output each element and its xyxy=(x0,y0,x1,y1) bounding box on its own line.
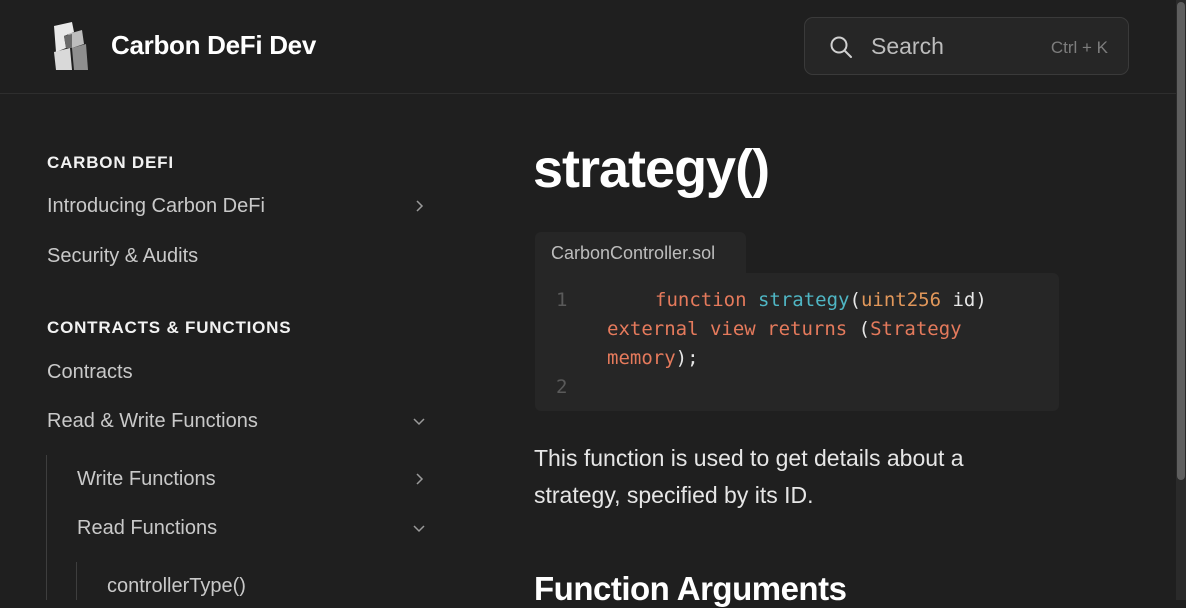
section-heading: Function Arguments xyxy=(534,570,847,607)
chevron-right-icon xyxy=(416,473,424,485)
code-token-type: uint256 xyxy=(860,289,942,311)
code-line: external view returns (Strategy xyxy=(607,318,962,340)
sidebar-item-write-functions[interactable]: Write Functions xyxy=(77,468,432,496)
code-token-punct: ( xyxy=(849,289,861,311)
sidebar-item-label: Read & Write Functions xyxy=(47,410,258,432)
nav-tree-line xyxy=(76,562,77,600)
code-filename: CarbonController.sol xyxy=(551,243,716,263)
line-number: 1 xyxy=(556,289,568,311)
code-block: 1 function strategy(uint256 id) external… xyxy=(535,273,1059,411)
code-token-type: Strategy xyxy=(870,318,962,340)
code-token-param: id) xyxy=(941,289,987,311)
sidebar-item-contracts[interactable]: Contracts xyxy=(47,361,133,384)
code-line: function strategy(uint256 id) xyxy=(655,289,987,311)
chevron-down-icon xyxy=(413,418,425,426)
chevron-right-icon xyxy=(416,200,424,212)
sidebar: CARBON DEFI Introducing Carbon DeFi Secu… xyxy=(0,95,470,600)
code-token-punct: ( xyxy=(847,318,871,340)
sidebar-item-introducing-carbon-defi[interactable]: Introducing Carbon DeFi xyxy=(47,195,432,223)
page-title: strategy() xyxy=(533,139,770,199)
code-token-keyword: external view returns xyxy=(607,318,848,340)
nav-tree-line xyxy=(46,455,47,600)
sidebar-item-label: Write Functions xyxy=(77,468,216,490)
description-paragraph: This function is used to get details abo… xyxy=(534,445,964,508)
chevron-down-icon xyxy=(413,525,425,533)
scrollbar-thumb[interactable] xyxy=(1177,2,1185,480)
sidebar-item-read-functions[interactable]: Read Functions xyxy=(77,517,432,545)
search-shortcut: Ctrl + K xyxy=(1050,38,1108,57)
site-title[interactable]: Carbon DeFi Dev xyxy=(111,30,316,61)
sidebar-item-label: Introducing Carbon DeFi xyxy=(47,195,265,217)
search-icon xyxy=(830,36,852,58)
sidebar-section-title: CARBON DEFI xyxy=(47,153,174,172)
sidebar-item-label: Security & Audits xyxy=(47,245,199,267)
sidebar-item-label: Contracts xyxy=(47,361,133,383)
code-line: memory); xyxy=(607,347,699,369)
search-button[interactable]: Search Ctrl + K xyxy=(804,17,1129,75)
code-token-keyword: memory xyxy=(607,347,676,369)
sidebar-item-security-audits[interactable]: Security & Audits xyxy=(47,245,198,268)
site-header: Carbon DeFi Dev Search Ctrl + K xyxy=(0,0,1176,94)
carbon-logo-icon[interactable] xyxy=(50,22,90,70)
line-number: 2 xyxy=(556,376,568,398)
code-token-punct: ); xyxy=(675,347,699,369)
sidebar-section-title: CONTRACTS & FUNCTIONS xyxy=(47,318,292,337)
code-token-keyword: function xyxy=(655,289,747,311)
code-file-tab[interactable]: CarbonController.sol xyxy=(535,232,746,274)
sidebar-item-read-write-functions[interactable]: Read & Write Functions xyxy=(47,410,432,438)
search-placeholder: Search xyxy=(871,33,944,59)
sidebar-item-label: Read Functions xyxy=(77,517,218,539)
sidebar-item-label: controllerType() xyxy=(107,575,246,597)
sidebar-item-controller-type[interactable]: controllerType() xyxy=(107,575,246,598)
code-token-function-name: strategy xyxy=(757,289,850,311)
